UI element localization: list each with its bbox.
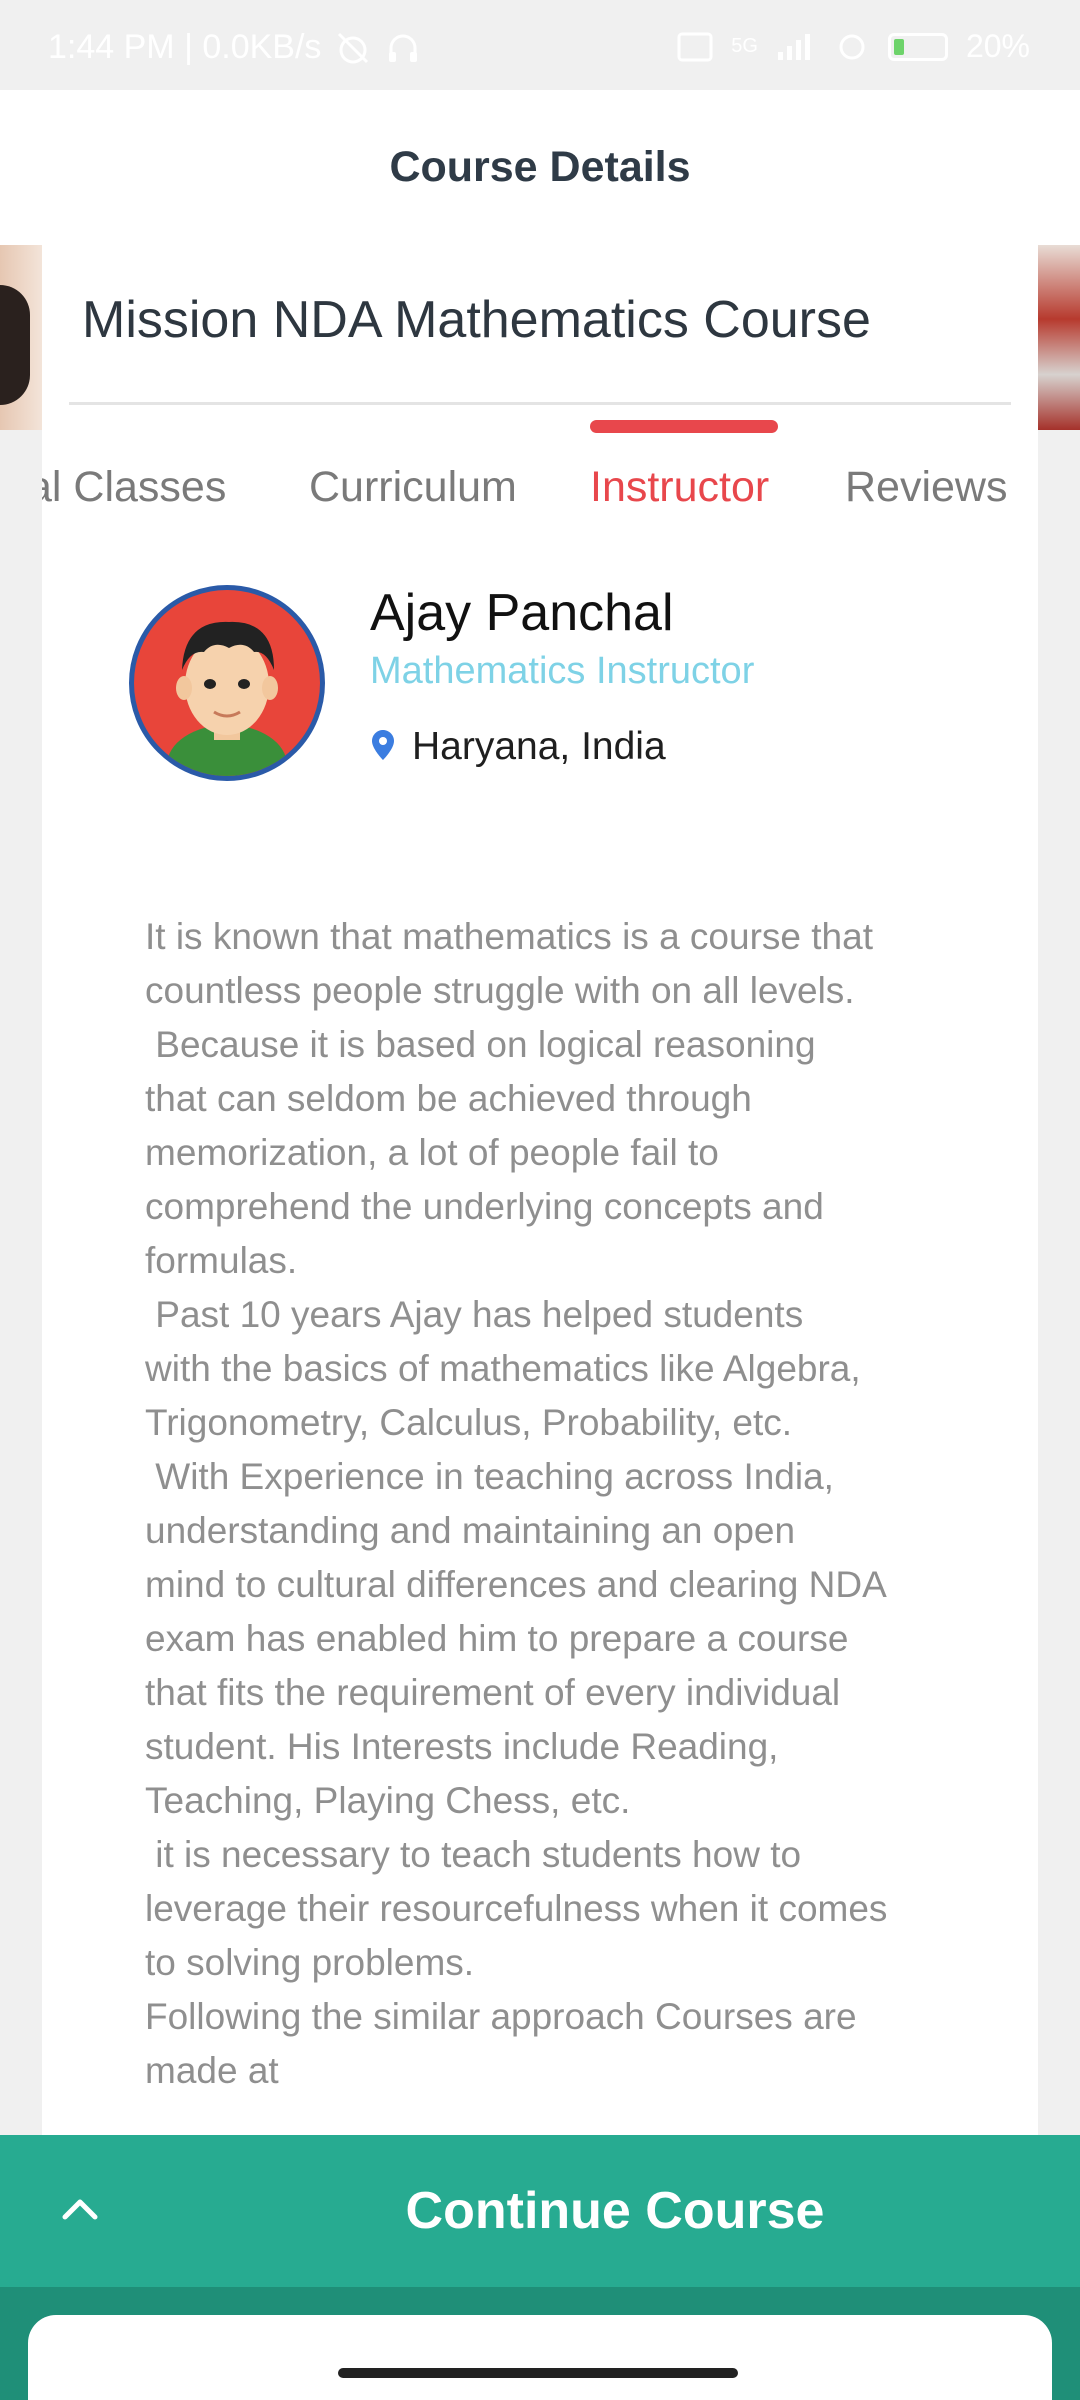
avatar [129,585,325,781]
course-card: Mission NDA Mathematics Course al Classe… [42,245,1038,2135]
instructor-role: Mathematics Instructor [370,650,755,692]
continue-course-label: Continue Course [405,2182,825,2240]
bio-line: it is necessary to teach students how to [145,1834,802,1875]
bio-line: Past 10 years Ajay has helped students [145,1294,804,1335]
tab-reviews[interactable]: Reviews [845,463,1008,512]
instructor-location: Haryana, India [412,725,666,768]
bio-line: exam has enabled him to prepare a course [145,1618,849,1659]
bio-line: memorization, a lot of people fail to [145,1132,719,1173]
instructor-bio: It is known that mathematics is a course… [145,910,975,2098]
tab-live-classes[interactable]: al Classes [42,463,226,512]
bio-line: countless people struggle with on all le… [145,970,855,1011]
bio-line: with the basics of mathematics like Alge… [145,1348,861,1389]
tab-bar: al Classes Curriculum Instructor Reviews [42,415,1038,535]
battery-level: 20% [965,28,1030,64]
bio-line: to solving problems. [145,1942,475,1983]
bio-line: formulas. [145,1240,298,1281]
bio-line: that can seldom be achieved through [145,1078,752,1119]
bio-line: made at [145,2050,279,2091]
bio-line: leverage their resourcefulness when it c… [145,1888,888,1929]
page-title: Course Details [389,143,691,191]
status-right: 5G 20% [677,28,1030,65]
bio-line: Teaching, Playing Chess, etc. [145,1780,631,1821]
active-tab-indicator [590,420,778,433]
app-header: Course Details [0,90,1080,245]
home-indicator [338,2368,738,2378]
background-gutter-right [1038,430,1080,2135]
course-title: Mission NDA Mathematics Course [82,291,871,349]
bio-line: Following the similar approach Courses a… [145,1996,857,2037]
battery-icon [887,32,948,61]
hero-image-right-edge [1038,245,1080,430]
bio-line: Trigonometry, Calculus, Probability, etc… [145,1402,793,1443]
title-divider [69,402,1011,405]
signal-icon [777,33,810,60]
location-pin-icon [372,730,394,760]
bio-line: Because it is based on logical reasoning [145,1024,816,1065]
tab-curriculum[interactable]: Curriculum [309,463,517,512]
bio-line: that fits the requirement of every indiv… [145,1672,841,1713]
bio-line: mind to cultural differences and clearin… [145,1564,887,1605]
bio-line: student. His Interests include Reading, [145,1726,779,1767]
status-time: 1:44 PM | 0.0KB/s [48,28,322,66]
volte-icon [677,32,713,61]
headset-icon [389,34,418,62]
continue-course-button[interactable]: Continue Course [120,2135,1080,2287]
network-type: 5G [731,35,758,57]
boy-avatar-icon [167,621,287,776]
alarm-off-icon [338,32,369,63]
status-left: 1:44 PM | 0.0KB/s [48,28,421,67]
bio-line: understanding and maintaining an open [145,1510,796,1551]
instructor-name: Ajay Panchal [370,584,674,642]
bottom-sheet [28,2315,1052,2400]
tab-instructor[interactable]: Instructor [590,463,769,512]
bio-line: comprehend the underlying concepts and [145,1186,824,1227]
status-bar: 1:44 PM | 0.0KB/s 5G 20% [0,0,1080,90]
continue-bar: Continue Course [0,2135,1080,2287]
hotspot-icon [839,34,865,59]
bio-line: With Experience in teaching across India… [145,1456,834,1497]
background-gutter-left [0,430,42,2135]
bio-line: It is known that mathematics is a course… [145,916,873,957]
hero-image-left-edge [0,245,42,430]
